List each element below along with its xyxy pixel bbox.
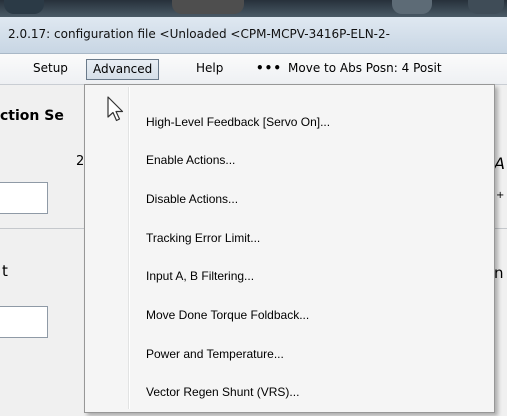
menu-item-label: Move Done Torque Foldback...	[146, 308, 310, 322]
value-input[interactable]	[0, 182, 48, 214]
menu-item-label: Power and Temperature...	[146, 347, 284, 361]
menu-setup[interactable]: Setup	[33, 61, 68, 75]
menu-item-vector-regen-shunt[interactable]: Vector Regen Shunt (VRS)...	[87, 375, 490, 411]
window-title-bar: 2.0.17: configuration file <Unloaded <CP…	[0, 17, 507, 54]
menu-item-label: Disable Actions...	[146, 192, 239, 206]
menu-item-move-done-torque-foldback[interactable]: Move Done Torque Foldback...	[87, 298, 490, 334]
top-banner-strip	[0, 0, 507, 17]
banner-graphic	[4, 0, 44, 14]
dots-icon: •••	[256, 61, 283, 75]
section-title: ction Se	[0, 108, 64, 124]
menu-item-disable-actions[interactable]: Disable Actions...	[87, 182, 490, 218]
value-input[interactable]	[0, 306, 48, 338]
menu-item-label: High-Level Feedback [Servo On]...	[146, 115, 331, 129]
menu-help[interactable]: Help	[196, 61, 223, 75]
menu-item-label: Input A, B Filtering...	[146, 269, 255, 283]
menu-move-label: Move to Abs Posn: 4 Posit	[288, 61, 442, 75]
menu-item-tracking-error-limit[interactable]: Tracking Error Limit...	[87, 221, 490, 257]
banner-graphic	[468, 0, 504, 14]
menu-bar: Setup Advanced Help ••• Move to Abs Posn:…	[0, 54, 507, 85]
advanced-dropdown-menu: High-Level Feedback [Servo On]... Enable…	[84, 84, 495, 413]
menu-item-power-and-temperature[interactable]: Power and Temperature...	[87, 337, 490, 373]
menu-item-enable-actions[interactable]: Enable Actions...	[87, 143, 490, 179]
field-label: A	[494, 154, 505, 173]
menu-item-label: Tracking Error Limit...	[146, 231, 261, 245]
banner-graphic	[172, 0, 244, 14]
menu-item-high-level-feedback[interactable]: High-Level Feedback [Servo On]...	[87, 105, 490, 141]
mouse-pointer-icon	[107, 96, 124, 122]
banner-graphic	[392, 0, 432, 14]
window-title: 2.0.17: configuration file <Unloaded <CP…	[8, 27, 390, 41]
menu-item-input-ab-filtering[interactable]: Input A, B Filtering...	[87, 259, 490, 295]
menu-item-label: Vector Regen Shunt (VRS)...	[146, 385, 300, 399]
group-label: t	[2, 262, 8, 280]
divider	[0, 228, 85, 229]
group-label: n	[494, 264, 504, 282]
field-label: +	[496, 190, 505, 201]
menu-item-label: Enable Actions...	[146, 153, 236, 167]
menu-move-to-abs-posn[interactable]: ••• Move to Abs Posn: 4 Posit	[256, 61, 442, 75]
menu-advanced[interactable]: Advanced	[86, 59, 160, 80]
